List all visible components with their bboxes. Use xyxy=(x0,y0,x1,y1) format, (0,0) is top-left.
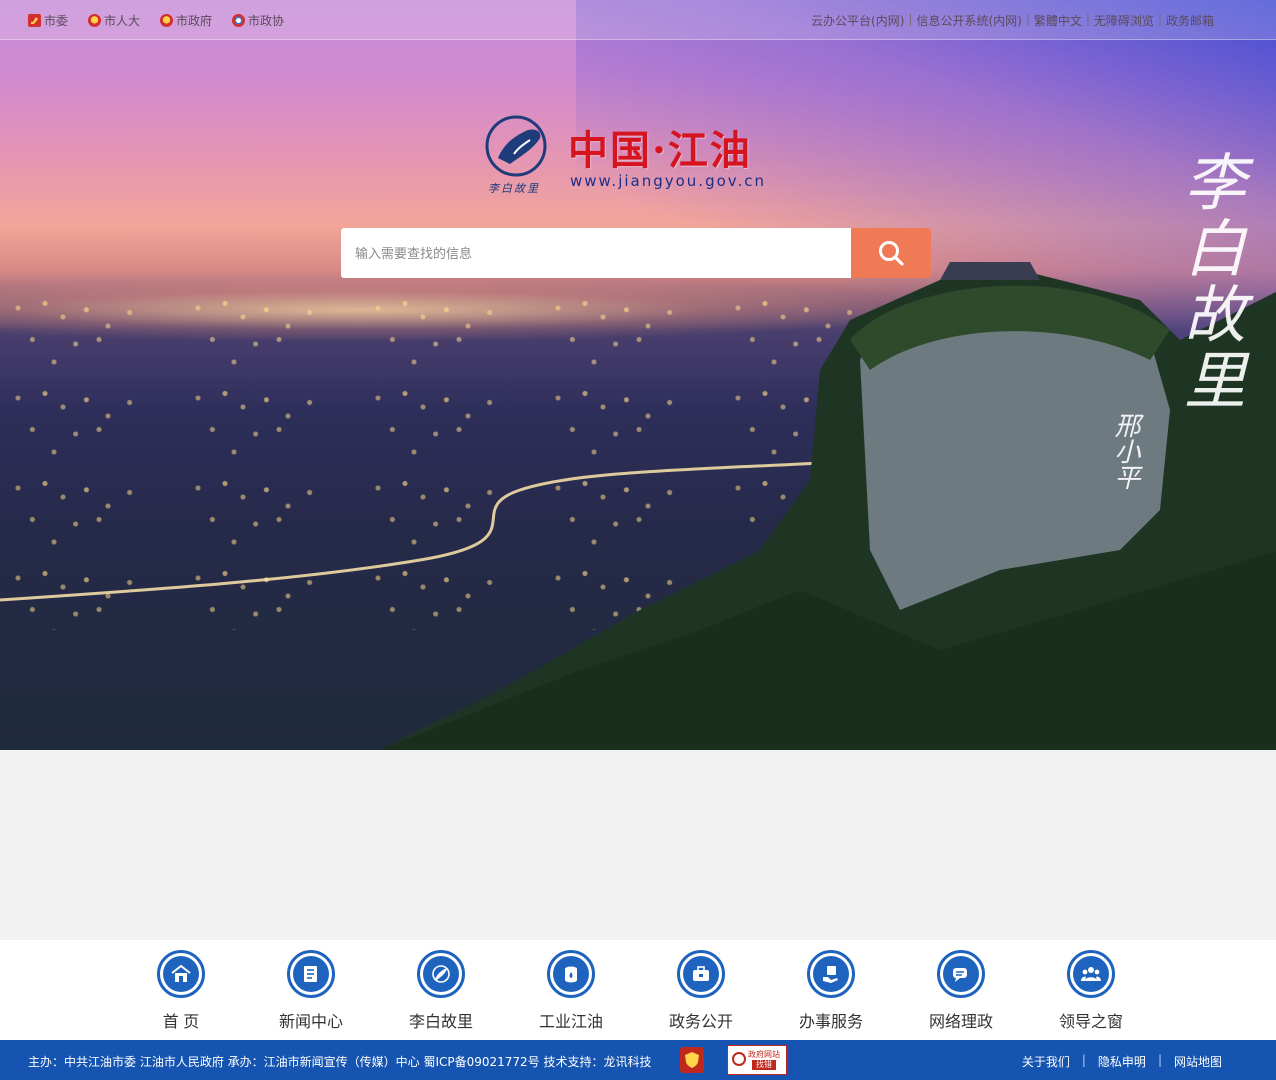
gov-website-error-badge[interactable]: 政府网站 找错 xyxy=(727,1045,787,1075)
national-emblem-icon xyxy=(160,14,174,27)
link-npc[interactable]: 市人大 xyxy=(88,12,140,29)
link-cloud-office[interactable]: 云办公平台(内网) xyxy=(807,12,908,29)
libai-icon xyxy=(432,965,450,983)
nav-home[interactable]: 首 页 xyxy=(116,950,246,1032)
briefcase-icon xyxy=(693,966,709,981)
nav-leaders[interactable]: 领导之窗 xyxy=(1026,950,1156,1032)
footer-links: 关于我们 | 隐私申明 | 网站地图 xyxy=(1010,1053,1234,1070)
search-input[interactable] xyxy=(341,228,851,278)
link-label: 市政协 xyxy=(248,14,285,28)
link-gov-mail[interactable]: 政务邮箱 xyxy=(1162,12,1218,29)
nav-label: 办事服务 xyxy=(798,1014,863,1031)
nav-label: 工业江油 xyxy=(538,1014,603,1031)
shield-icon xyxy=(685,1052,699,1068)
nav-label: 李白故里 xyxy=(408,1014,473,1031)
hero-banner xyxy=(0,0,1276,750)
cppcc-emblem-icon xyxy=(232,14,246,27)
link-label: 市委 xyxy=(44,14,69,28)
footer-info: 主办：中共江油市委 江油市人民政府 承办：江油市新闻宣传（传媒）中心 蜀ICP备… xyxy=(28,1055,652,1069)
logo-title: 中国·江油 xyxy=(568,127,752,174)
nav-industry[interactable]: 工业江油 xyxy=(506,950,636,1032)
news-icon xyxy=(304,966,317,982)
service-icon xyxy=(823,966,838,983)
top-bar: 市委 市人大 市政府 市政协 云办公平台(内网) | 信息公开系统(内网) | … xyxy=(0,0,1276,40)
nav-online-governance[interactable]: 网络理政 xyxy=(896,950,1026,1032)
link-privacy[interactable]: 隐私申明 xyxy=(1086,1053,1158,1070)
nav-label: 新闻中心 xyxy=(278,1014,343,1031)
link-label: 市人大 xyxy=(104,14,141,28)
nav-gov-affairs[interactable]: 政务公开 xyxy=(636,950,766,1032)
nav-label: 网络理政 xyxy=(928,1014,993,1031)
main-nav: 首 页 新闻中心 李白故里 工业江油 政务公开 办事服务 网络理政 领导之窗 xyxy=(0,940,1276,1040)
link-info-disclosure[interactable]: 信息公开系统(内网) xyxy=(912,12,1025,29)
search-button[interactable] xyxy=(851,228,931,278)
nav-news[interactable]: 新闻中心 xyxy=(246,950,376,1032)
police-badge-icon[interactable] xyxy=(680,1047,704,1073)
link-government[interactable]: 市政府 xyxy=(160,12,212,29)
logo-script: 李白故里 xyxy=(488,182,540,195)
site-logo[interactable]: 李白故里 中国·江油 www.jiangyou.gov.cn xyxy=(484,114,804,204)
link-about-us[interactable]: 关于我们 xyxy=(1010,1053,1082,1070)
link-traditional-chinese[interactable]: 繁體中文 xyxy=(1030,12,1086,29)
footer: 主办：中共江油市委 江油市人民政府 承办：江油市新闻宣传（传媒）中心 蜀ICP备… xyxy=(0,1040,1276,1080)
search-icon xyxy=(879,241,904,266)
nav-libai[interactable]: 李白故里 xyxy=(376,950,506,1032)
nav-services[interactable]: 办事服务 xyxy=(766,950,896,1032)
link-label: 市政府 xyxy=(176,14,213,28)
nav-label: 领导之窗 xyxy=(1058,1014,1123,1031)
home-icon xyxy=(171,964,191,982)
utility-links: 云办公平台(内网) | 信息公开系统(内网) | 繁體中文 | 无障碍浏览 | … xyxy=(807,12,1218,29)
link-cppcc[interactable]: 市政协 xyxy=(232,12,284,29)
magnifier-icon xyxy=(732,1052,746,1066)
national-emblem-icon xyxy=(88,14,102,27)
link-sitemap[interactable]: 网站地图 xyxy=(1162,1053,1234,1070)
libai-emblem-icon xyxy=(485,115,547,177)
institution-links: 市委 市人大 市政府 市政协 xyxy=(28,12,284,29)
industry-icon xyxy=(565,966,577,983)
calligraphy: 李白故里 邢小平 xyxy=(1110,150,1260,520)
badge-text-2: 找错 xyxy=(752,1059,776,1070)
link-accessibility[interactable]: 无障碍浏览 xyxy=(1090,12,1158,29)
chat-icon xyxy=(953,968,967,982)
party-emblem-icon xyxy=(28,14,41,27)
link-party-committee[interactable]: 市委 xyxy=(28,12,68,29)
nav-label: 首 页 xyxy=(162,1014,200,1031)
logo-url: www.jiangyou.gov.cn xyxy=(570,172,767,190)
leaders-icon xyxy=(1081,967,1101,981)
search-bar xyxy=(341,228,931,278)
calligraphy-signature: 邢小平 xyxy=(1110,412,1140,490)
nav-label: 政务公开 xyxy=(668,1014,733,1031)
mountain-cliff xyxy=(380,262,1276,750)
calligraphy-text: 李白故里 xyxy=(1173,150,1246,414)
